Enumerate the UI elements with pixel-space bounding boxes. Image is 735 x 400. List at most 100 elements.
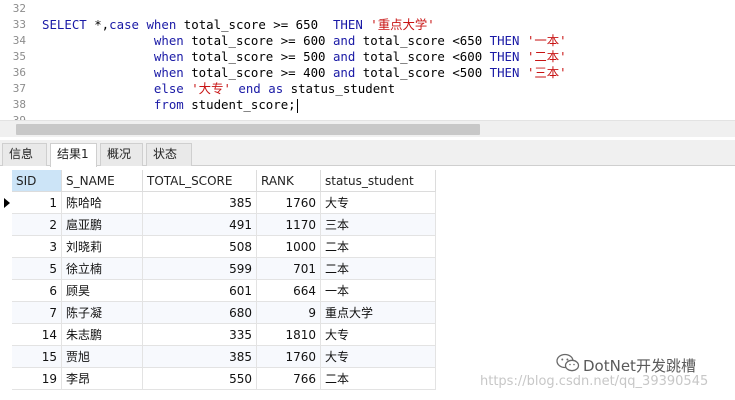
sql-keyword: as bbox=[268, 81, 284, 96]
code-line: when total_score >= 400 and total_score … bbox=[42, 65, 567, 81]
sql-keyword: when bbox=[153, 65, 184, 80]
row-selector[interactable] bbox=[0, 214, 12, 236]
editor-horizontal-scrollbar[interactable] bbox=[0, 120, 735, 137]
sql-keyword: when bbox=[153, 49, 184, 64]
tab-info[interactable]: 信息 bbox=[2, 143, 47, 166]
cell-s-name[interactable]: 李昂 bbox=[62, 368, 143, 390]
line-number: 33 bbox=[12, 18, 26, 31]
line-number: 35 bbox=[12, 50, 26, 63]
tab-profile[interactable]: 概况 bbox=[100, 143, 143, 166]
line-number: 38 bbox=[12, 98, 26, 111]
sql-editor[interactable]: 32 33 34 35 36 37 38 39 SELECT *,case when tota… bbox=[0, 0, 735, 120]
cell-rank[interactable]: 1000 bbox=[257, 236, 321, 258]
cell-status-student[interactable]: 大专 bbox=[321, 192, 436, 214]
cell-rank[interactable]: 1170 bbox=[257, 214, 321, 236]
sql-string: '重点大学' bbox=[370, 17, 435, 32]
cell-sid[interactable]: 3 bbox=[12, 236, 62, 258]
tab-result-1[interactable]: 结果1 bbox=[50, 143, 97, 167]
cell-s-name[interactable]: 陈哈哈 bbox=[62, 192, 143, 214]
cell-rank[interactable]: 1810 bbox=[257, 324, 321, 346]
sql-text: total_score >= 400 bbox=[183, 65, 333, 80]
cell-total-score[interactable]: 385 bbox=[143, 346, 257, 368]
header-total-score[interactable]: TOTAL_SCORE bbox=[143, 170, 257, 192]
cell-status-student[interactable]: 一本 bbox=[321, 280, 436, 302]
tab-status[interactable]: 状态 bbox=[146, 143, 192, 166]
cell-s-name[interactable]: 刘晓莉 bbox=[62, 236, 143, 258]
cell-sid[interactable]: 7 bbox=[12, 302, 62, 324]
sql-keyword: else bbox=[153, 81, 184, 96]
sql-keyword: and bbox=[332, 65, 356, 80]
sql-keyword: THEN bbox=[489, 49, 520, 64]
row-selector[interactable] bbox=[0, 324, 12, 346]
sql-keyword: THEN bbox=[489, 65, 520, 80]
cell-status-student[interactable]: 重点大学 bbox=[321, 302, 436, 324]
cell-rank[interactable]: 1760 bbox=[257, 192, 321, 214]
cell-s-name[interactable]: 顾昊 bbox=[62, 280, 143, 302]
cell-sid[interactable]: 14 bbox=[12, 324, 62, 346]
cell-rank[interactable]: 9 bbox=[257, 302, 321, 324]
cell-status-student[interactable]: 大专 bbox=[321, 346, 436, 368]
cell-sid[interactable]: 15 bbox=[12, 346, 62, 368]
code-line: from student_score; bbox=[42, 97, 298, 113]
header-sid[interactable]: SID bbox=[12, 170, 62, 192]
sql-keyword: and bbox=[332, 33, 356, 48]
cell-total-score[interactable]: 491 bbox=[143, 214, 257, 236]
line-number: 39 bbox=[0, 113, 26, 120]
sql-keyword: end bbox=[238, 81, 261, 96]
cell-status-student[interactable]: 二本 bbox=[321, 258, 436, 280]
cell-s-name[interactable]: 扈亚鹏 bbox=[62, 214, 143, 236]
cell-total-score[interactable]: 385 bbox=[143, 192, 257, 214]
sql-text: total_score <650 bbox=[355, 33, 490, 48]
cell-status-student[interactable]: 二本 bbox=[321, 236, 436, 258]
cell-total-score[interactable]: 599 bbox=[143, 258, 257, 280]
sql-text: total_score >= 500 bbox=[183, 49, 333, 64]
cell-total-score[interactable]: 601 bbox=[143, 280, 257, 302]
cell-s-name[interactable]: 徐立楠 bbox=[62, 258, 143, 280]
cell-total-score[interactable]: 508 bbox=[143, 236, 257, 258]
cell-s-name[interactable]: 朱志鹏 bbox=[62, 324, 143, 346]
cell-sid[interactable]: 19 bbox=[12, 368, 62, 390]
row-selector[interactable] bbox=[0, 258, 12, 280]
row-selector[interactable] bbox=[0, 236, 12, 258]
line-number: 37 bbox=[12, 82, 26, 95]
cell-s-name[interactable]: 贾旭 bbox=[62, 346, 143, 368]
row-selector[interactable] bbox=[0, 368, 12, 390]
watermark-url: https://blog.csdn.net/qq_39390545 bbox=[480, 374, 709, 389]
cell-rank[interactable]: 1760 bbox=[257, 346, 321, 368]
scrollbar-thumb[interactable] bbox=[16, 124, 480, 135]
cell-status-student[interactable]: 大专 bbox=[321, 324, 436, 346]
cell-total-score[interactable]: 335 bbox=[143, 324, 257, 346]
header-rank[interactable]: RANK bbox=[257, 170, 321, 192]
line-number: 36 bbox=[12, 66, 26, 79]
sql-code-area[interactable]: SELECT *,case when total_score >= 650 TH… bbox=[42, 0, 735, 120]
cell-sid[interactable]: 2 bbox=[12, 214, 62, 236]
cell-sid[interactable]: 1 bbox=[12, 192, 62, 214]
row-selector[interactable] bbox=[0, 346, 12, 368]
cell-total-score[interactable]: 680 bbox=[143, 302, 257, 324]
cell-total-score[interactable]: 550 bbox=[143, 368, 257, 390]
sql-text: total_score <500 bbox=[355, 65, 490, 80]
cell-s-name[interactable]: 陈子凝 bbox=[62, 302, 143, 324]
code-line: else '大专' end as status_student bbox=[42, 81, 395, 97]
cell-sid[interactable]: 5 bbox=[12, 258, 62, 280]
row-selector[interactable] bbox=[0, 192, 12, 214]
header-status-student[interactable]: status_student bbox=[321, 170, 436, 192]
cell-sid[interactable]: 6 bbox=[12, 280, 62, 302]
row-selector[interactable] bbox=[0, 280, 12, 302]
header-s-name[interactable]: S_NAME bbox=[62, 170, 143, 192]
cell-rank[interactable]: 664 bbox=[257, 280, 321, 302]
cell-status-student[interactable]: 二本 bbox=[321, 368, 436, 390]
sql-keyword: and bbox=[332, 49, 356, 64]
cell-rank[interactable]: 766 bbox=[257, 368, 321, 390]
row-selector[interactable] bbox=[0, 302, 12, 324]
cell-status-student[interactable]: 三本 bbox=[321, 214, 436, 236]
sql-text: status_student bbox=[283, 81, 396, 96]
text-caret bbox=[296, 98, 298, 113]
sql-text: student_score; bbox=[183, 97, 296, 112]
cell-rank[interactable]: 701 bbox=[257, 258, 321, 280]
